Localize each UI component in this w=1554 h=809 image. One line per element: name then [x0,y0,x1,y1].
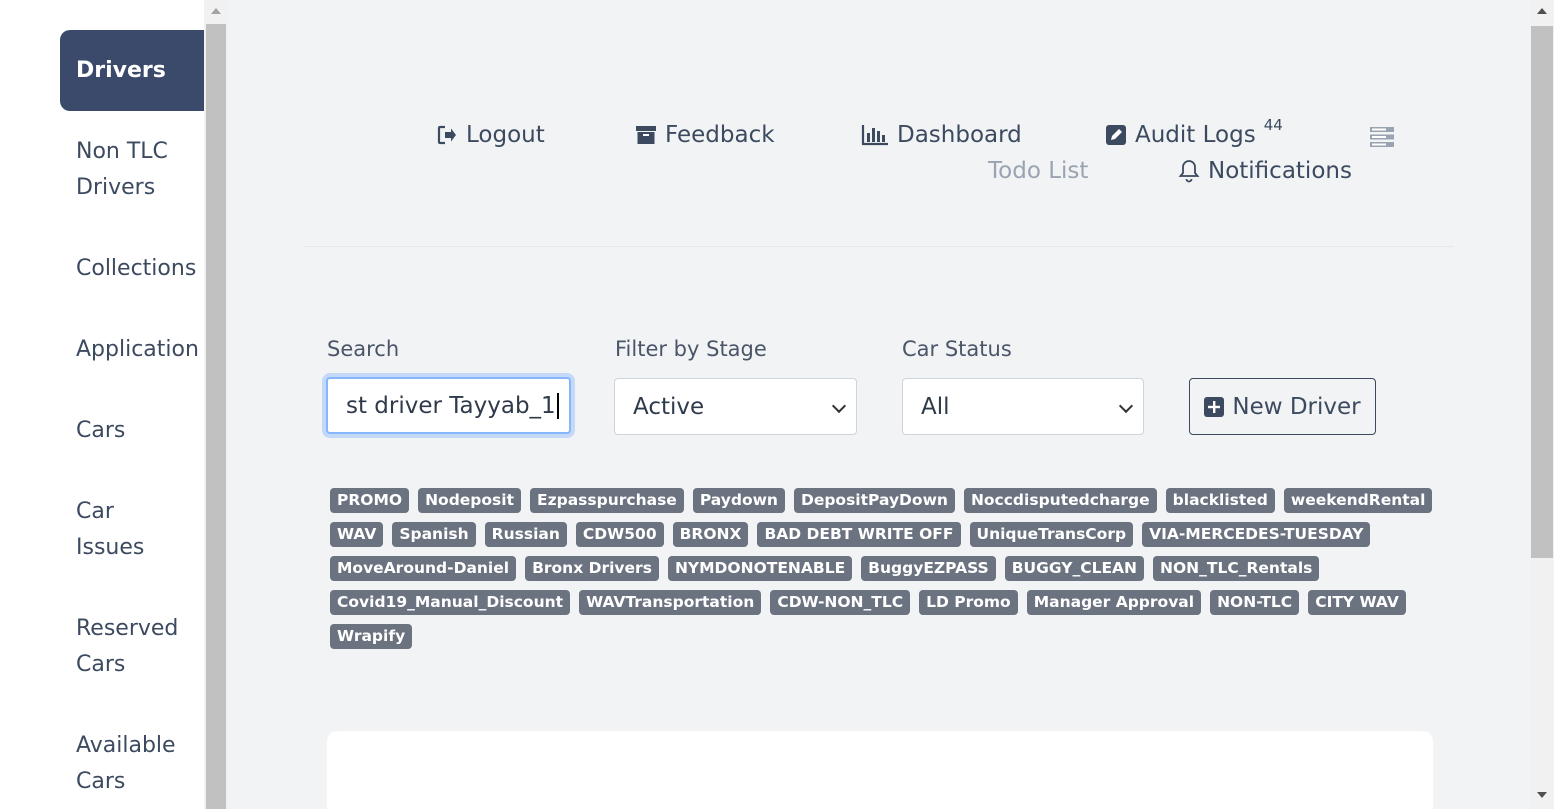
sidebar-item-collections[interactable]: Collections [60,251,204,287]
server-icon [1370,127,1394,147]
stage-filter-select[interactable]: Active [614,378,857,435]
sidebar-item-available-cars[interactable]: Available Cars [60,728,204,800]
new-driver-button[interactable]: New Driver [1189,378,1376,435]
edit-icon [1106,125,1126,145]
tag-badge[interactable]: BRONX [672,522,749,547]
sidebar-item-label: Drivers [76,57,166,83]
tag-badge[interactable]: Nodeposit [418,488,521,513]
tag-badge[interactable]: Covid19_Manual_Discount [330,590,571,615]
sidebar-item-label: Car Issues [76,499,145,560]
sidebar: Drivers Non TLC Drivers Collections Appl… [0,0,204,809]
sidebar-item-label: Cars [76,418,126,443]
sidebar-item-reserved-cars[interactable]: Reserved Cars [60,611,204,683]
search-input-value: st driver Tayyab_1 [346,392,556,419]
scroll-up-arrow-icon[interactable] [211,8,221,14]
tag-badge[interactable]: Spanish [392,522,476,547]
logout-link[interactable]: Logout [436,122,545,148]
scrollbar-thumb[interactable] [206,24,226,809]
search-input[interactable]: st driver Tayyab_1 [326,377,571,434]
audit-logs-link[interactable]: Audit Logs 44 [1105,116,1283,148]
sidebar-item-non-tlc-drivers[interactable]: Non TLC Drivers [60,134,204,206]
dashboard-label: Dashboard [897,122,1022,148]
tag-badge[interactable]: blacklisted [1165,488,1275,513]
todo-list-link[interactable]: Todo List [988,158,1088,184]
search-label: Search [327,337,400,361]
audit-logs-label: Audit Logs [1135,122,1256,148]
tag-badge[interactable]: WAVTransportation [579,590,762,615]
tag-badge[interactable]: BAD DEBT WRITE OFF [757,522,961,547]
chevron-down-icon [831,398,847,414]
tag-badge[interactable]: BUGGY_CLEAN [1004,556,1145,581]
sidebar-item-label: Non TLC Drivers [76,139,168,200]
tag-badge[interactable]: DepositPayDown [793,488,955,513]
logout-label: Logout [466,122,545,148]
sidebar-item-cars[interactable]: Cars [60,413,204,449]
tag-badge[interactable]: PROMO [330,488,410,513]
tag-badge[interactable]: LD Promo [919,590,1018,615]
bar-chart-icon [861,125,888,146]
tag-badge[interactable]: BuggyEZPASS [861,556,996,581]
scroll-up-arrow-icon[interactable] [1537,8,1547,14]
tag-badge[interactable]: Wrapify [330,624,413,649]
tag-badge[interactable]: WAV [330,522,384,547]
notifications-label: Notifications [1208,158,1352,184]
tag-badge[interactable]: NON_TLC_Rentals [1153,556,1320,581]
dashboard-link[interactable]: Dashboard [861,122,1022,148]
tag-badge[interactable]: Bronx Drivers [525,556,659,581]
menu-toggle[interactable] [1369,126,1395,148]
car-status-label: Car Status [902,337,1012,361]
sidebar-item-label: Available Cars [76,733,176,794]
tag-badge[interactable]: Manager Approval [1026,590,1202,615]
bell-icon [1178,160,1200,183]
stage-filter-value: Active [633,393,705,420]
tag-badge[interactable]: MoveAround-Daniel [330,556,517,581]
tag-badge[interactable]: UniqueTransCorp [969,522,1134,547]
sidebar-item-label: Collections [76,256,197,281]
sidebar-item-car-issues[interactable]: Car Issues [60,494,160,566]
sidebar-item-application[interactable]: Application [60,332,210,368]
sidebar-item-label: Reserved Cars [76,616,179,677]
sidebar-scrollbar[interactable] [204,0,228,809]
tag-badge[interactable]: CDW500 [575,522,664,547]
tag-badge[interactable]: CDW-NON_TLC [770,590,911,615]
new-driver-label: New Driver [1232,393,1361,420]
plus-square-icon [1204,396,1225,417]
archive-icon [636,126,656,144]
logout-icon [437,125,456,145]
text-caret [556,392,559,419]
car-status-select[interactable]: All [902,378,1144,435]
audit-logs-count-badge: 44 [1263,116,1283,134]
sidebar-item-drivers[interactable]: Drivers [60,30,204,111]
feedback-label: Feedback [665,122,775,148]
tag-badge[interactable]: NYMDONOTENABLE [667,556,853,581]
car-status-value: All [921,393,950,420]
tag-badge[interactable]: CITY WAV [1308,590,1406,615]
todo-list-label: Todo List [988,158,1089,184]
header-divider [304,246,1454,247]
chevron-down-icon [1118,398,1134,414]
tag-badge[interactable]: weekendRental [1283,488,1433,513]
page-scrollbar[interactable] [1530,0,1554,809]
main-content: Logout Feedback Dashboard Audit Logs 44 … [228,0,1530,809]
scrollbar-thumb[interactable] [1531,26,1553,558]
sidebar-item-label: Application [76,337,199,362]
notifications-link[interactable]: Notifications [1178,158,1352,184]
tag-list: PROMO Nodeposit Ezpasspurchase Paydown Depos… [330,488,1440,649]
tag-badge[interactable]: Paydown [692,488,785,513]
results-card [327,731,1433,809]
scroll-down-arrow-icon[interactable] [1537,792,1547,798]
tag-badge[interactable]: Noccdisputedcharge [963,488,1157,513]
tag-badge[interactable]: NON-TLC [1210,590,1300,615]
tag-badge[interactable]: Russian [484,522,567,547]
feedback-link[interactable]: Feedback [635,122,775,148]
stage-filter-label: Filter by Stage [615,337,767,361]
tag-badge[interactable]: VIA-MERCEDES-TUESDAY [1142,522,1371,547]
tag-badge[interactable]: Ezpasspurchase [530,488,684,513]
